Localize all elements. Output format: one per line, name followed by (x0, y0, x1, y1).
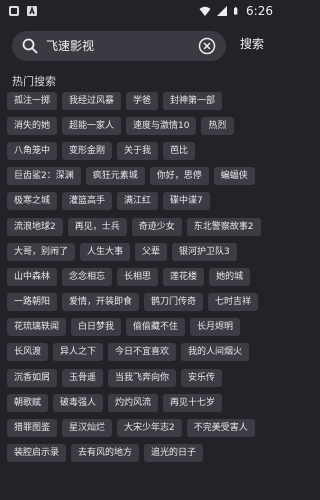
hot-search-tag[interactable]: 父辈 (135, 242, 168, 261)
hot-search-tag[interactable]: 玉骨遥 (62, 368, 104, 387)
wifi-icon (199, 6, 211, 16)
hot-search-tag[interactable]: 速度与激情10 (126, 116, 197, 135)
hot-search-tag[interactable]: 七时吉祥 (208, 293, 259, 312)
status-bar: 6:26 (0, 0, 281, 22)
hot-search-tag[interactable]: 星汉灿烂 (62, 419, 113, 438)
tag-row: 沉香如屑 玉骨遥 当我飞奔向你 安乐传 (7, 365, 275, 390)
signal-icon (217, 6, 228, 16)
hot-search-tag[interactable]: 再见十七岁 (163, 393, 223, 412)
hot-search-tag[interactable]: 东北警察故事2 (186, 217, 261, 236)
hot-search-tag[interactable]: 再见，士兵 (67, 217, 127, 236)
notification-icon (9, 6, 19, 16)
hot-search-tag[interactable]: 长相思 (117, 267, 159, 286)
hot-search-tag[interactable]: 热烈 (201, 116, 234, 135)
hot-search-tag[interactable]: 大哥，别闹了 (7, 242, 76, 261)
hot-search-tag[interactable]: 装腔启示录 (7, 444, 67, 463)
hot-search-tag[interactable]: 朝歌赋 (7, 393, 49, 412)
hot-search-tag[interactable]: 猎罪图鉴 (7, 419, 58, 438)
tag-row: 大哥，别闹了 人生大事 父辈 银河护卫队3 (7, 239, 275, 264)
tag-row: 长风渡 异人之下 今日不宜喜欢 我的人间烟火 (7, 340, 275, 365)
hot-search-tag[interactable]: 巨齿鲨2：深渊 (7, 167, 81, 186)
search-row: 搜索 (0, 27, 281, 65)
tag-row: 极寒之城 灌篮高手 满江红 碟中谍7 (7, 189, 275, 214)
hot-search-tags: 孤注一掷 我经过风暴 学爸 封神第一部 消失的她 超能一家人 速度与激情10 热烈 八角笼中 变形… (7, 88, 275, 466)
hot-search-tag[interactable]: 你好，思停 (149, 167, 209, 186)
tag-row: 花琉璃轶闻 白日梦我 偷偷藏不住 长月烬明 (7, 315, 275, 340)
hot-search-tag[interactable]: 安乐传 (181, 368, 223, 387)
status-right: 6:26 (199, 4, 273, 18)
hot-search-tag[interactable]: 鹊刀门传奇 (144, 293, 204, 312)
hot-search-tag[interactable]: 孤注一掷 (7, 91, 58, 110)
hot-search-tag[interactable]: 一路朝阳 (7, 293, 58, 312)
search-button[interactable]: 搜索 (240, 35, 264, 52)
hot-search-tag[interactable]: 莲花楼 (163, 267, 205, 286)
hot-search-tag[interactable]: 奇迹少女 (131, 217, 182, 236)
hot-search-tag[interactable]: 大宋少年志2 (117, 419, 182, 438)
app-a-icon (27, 5, 37, 16)
hot-search-tag[interactable]: 蝙蝠侠 (213, 167, 255, 186)
hot-search-tag[interactable]: 变形金刚 (62, 141, 113, 160)
tag-row: 朝歌赋 破毒强人 灼灼风流 再见十七岁 (7, 390, 275, 415)
status-left (8, 5, 38, 17)
clear-icon[interactable] (198, 37, 216, 55)
hot-search-tag[interactable]: 封神第一部 (163, 91, 223, 110)
hot-search-tag[interactable]: 灼灼风流 (108, 393, 159, 412)
status-time: 6:26 (246, 4, 273, 18)
hot-search-tag[interactable]: 我的人间烟火 (181, 343, 250, 362)
hot-search-tag[interactable]: 满江红 (117, 192, 159, 211)
hot-search-tag[interactable]: 疯狂元素城 (85, 167, 145, 186)
hot-search-tag[interactable]: 白日梦我 (71, 318, 122, 337)
hot-search-tag[interactable]: 爱情，开装即食 (62, 293, 140, 312)
hot-search-tag[interactable]: 碟中谍7 (163, 192, 210, 211)
hot-search-tag[interactable]: 人生大事 (80, 242, 131, 261)
hot-search-tag[interactable]: 银河护卫队3 (172, 242, 237, 261)
hot-search-tag[interactable]: 我经过风暴 (62, 91, 122, 110)
hot-search-tag[interactable]: 今日不宜喜欢 (108, 343, 177, 362)
hot-search-tag[interactable]: 芭比 (163, 141, 196, 160)
hot-search-title: 热门搜索 (12, 75, 56, 88)
hot-search-tag[interactable]: 超能一家人 (62, 116, 122, 135)
hot-search-tag[interactable]: 念念相忘 (62, 267, 113, 286)
search-input[interactable] (46, 31, 196, 61)
hot-search-tag[interactable]: 消失的她 (7, 116, 58, 135)
hot-search-tag[interactable]: 关于我 (117, 141, 159, 160)
hot-search-tag[interactable]: 长月烬明 (190, 318, 241, 337)
tag-row: 猎罪图鉴 星汉灿烂 大宋少年志2 不完美受害人 (7, 415, 275, 440)
tag-row: 八角笼中 变形金刚 关于我 芭比 (7, 138, 275, 163)
tag-row: 孤注一掷 我经过风暴 学爸 封神第一部 (7, 88, 275, 113)
hot-search-tag[interactable]: 花琉璃轶闻 (7, 318, 67, 337)
tag-row: 巨齿鲨2：深渊 疯狂元素城 你好，思停 蝙蝠侠 (7, 164, 275, 189)
battery-icon (234, 7, 238, 15)
hot-search-tag[interactable]: 灌篮高手 (62, 192, 113, 211)
hot-search-tag[interactable]: 不完美受害人 (186, 419, 255, 438)
hot-search-tag[interactable]: 八角笼中 (7, 141, 58, 160)
tag-row: 装腔启示录 去有风的地方 追光的日子 (7, 441, 275, 466)
tag-row: 一路朝阳 爱情，开装即食 鹊刀门传奇 七时吉祥 (7, 290, 275, 315)
search-box[interactable] (12, 31, 226, 61)
hot-search-tag[interactable]: 偷偷藏不住 (126, 318, 186, 337)
search-icon (22, 38, 38, 54)
hot-search-tag[interactable]: 沉香如屑 (7, 368, 58, 387)
hot-search-tag[interactable]: 她的城 (209, 267, 251, 286)
tag-row: 消失的她 超能一家人 速度与激情10 热烈 (7, 113, 275, 138)
hot-search-tag[interactable]: 极寒之城 (7, 192, 58, 211)
hot-search-tag[interactable]: 长风渡 (7, 343, 49, 362)
hot-search-tag[interactable]: 追光的日子 (144, 444, 204, 463)
hot-search-tag[interactable]: 去有风的地方 (71, 444, 140, 463)
hot-search-tag[interactable]: 破毒强人 (53, 393, 104, 412)
tag-row: 山中森林 念念相忘 长相思 莲花楼 她的城 (7, 264, 275, 289)
hot-search-tag[interactable]: 山中森林 (7, 267, 58, 286)
hot-search-tag[interactable]: 流浪地球2 (7, 217, 63, 236)
hot-search-tag[interactable]: 异人之下 (53, 343, 104, 362)
hot-search-tag[interactable]: 当我飞奔向你 (108, 368, 177, 387)
hot-search-tag[interactable]: 学爸 (126, 91, 159, 110)
tag-row: 流浪地球2 再见，士兵 奇迹少女 东北警察故事2 (7, 214, 275, 239)
